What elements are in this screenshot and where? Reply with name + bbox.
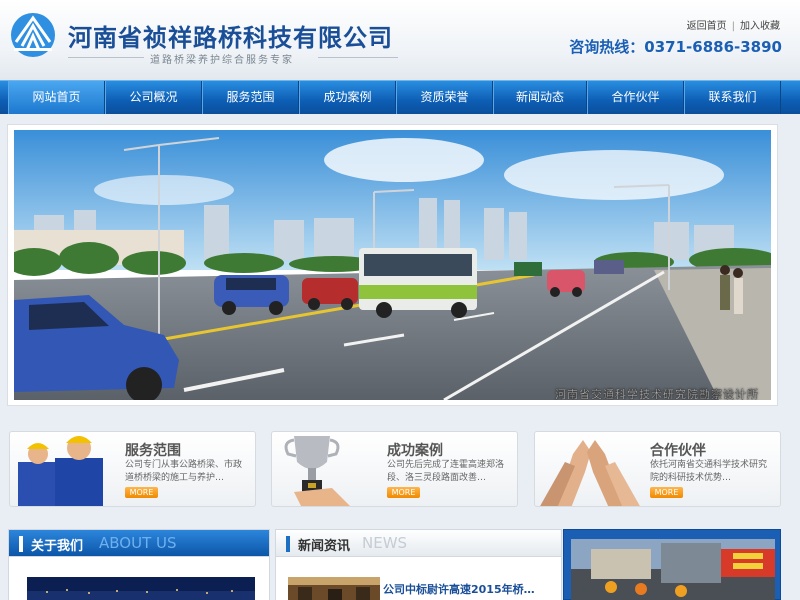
about-title-en: ABOUT US	[99, 534, 177, 552]
link-separator: |	[731, 21, 735, 32]
news-thumbnail[interactable]	[288, 577, 380, 600]
nav-item-partners[interactable]: 合作伙伴	[587, 81, 684, 114]
about-section-header: 关于我们 ABOUT US	[8, 529, 270, 557]
nav-item-cases[interactable]: 成功案例	[299, 81, 396, 114]
nav-item-about[interactable]: 公司概况	[105, 81, 202, 114]
more-button[interactable]: MORE	[387, 487, 420, 498]
tagline-divider-right	[318, 57, 398, 58]
road-scene-illustration: 河南省交通科学技术研究院勘察设计所	[14, 130, 771, 400]
nav-item-news[interactable]: 新闻动态	[493, 81, 587, 114]
nav-item-contact[interactable]: 联系我们	[684, 81, 781, 114]
construction-site-photo[interactable]	[571, 539, 775, 600]
feature-desc: 依托河南省交通科学技术研究院的科研技术优势…	[650, 460, 768, 483]
trophy-illustration	[284, 436, 350, 506]
company-tagline: 道路桥梁养护综合服务专家	[150, 55, 294, 66]
banner-image[interactable]: 河南省交通科学技术研究院勘察设计所	[14, 130, 771, 400]
feature-title: 服务范围	[125, 443, 181, 459]
more-button[interactable]: MORE	[125, 487, 158, 498]
feature-desc: 公司先后完成了连霍高速郑洛段、洛三灵段路面改善…	[387, 460, 505, 483]
feature-box-services[interactable]: 服务范围 公司专门从事公路桥梁、市政道桥桥梁的施工与养护… MORE	[9, 431, 256, 507]
feature-desc: 公司专门从事公路桥梁、市政道桥桥梁的施工与养护…	[125, 460, 243, 483]
feature-title: 合作伙伴	[650, 443, 706, 459]
right-photo-panel	[563, 529, 781, 600]
feature-box-cases[interactable]: 成功案例 公司先后完成了连霍高速郑洛段、洛三灵段路面改善… MORE	[271, 431, 518, 507]
feature-box-partners[interactable]: 合作伙伴 依托河南省交通科学技术研究院的科研技术优势… MORE	[534, 431, 781, 507]
about-panel	[8, 557, 270, 600]
nav-item-services[interactable]: 服务范围	[202, 81, 299, 114]
feature-title: 成功案例	[387, 443, 443, 459]
company-logo-icon	[11, 13, 55, 57]
clasped-hands-illustration	[540, 440, 640, 506]
section-marker	[19, 536, 23, 552]
city-bus	[359, 248, 477, 318]
workers-illustration	[18, 436, 103, 506]
banner-caption: 河南省交通科学技术研究院勘察设计所	[555, 387, 759, 400]
more-button[interactable]: MORE	[650, 487, 683, 498]
home-link[interactable]: 返回首页	[687, 21, 727, 32]
hotline: 咨询热线：0371-6886-3890	[569, 38, 782, 56]
bookmark-link[interactable]: 加入收藏	[740, 21, 780, 32]
main-nav: 网站首页 公司概况 服务范围 成功案例 资质荣誉 新闻动态 合作伙伴 联系我们	[0, 80, 800, 114]
about-city-night-photo[interactable]	[27, 577, 255, 600]
tagline-divider-left	[68, 57, 144, 58]
nav-item-honors[interactable]: 资质荣誉	[396, 81, 493, 114]
top-links: 返回首页 | 加入收藏	[687, 17, 780, 32]
about-title[interactable]: 关于我们	[31, 535, 83, 554]
section-marker	[286, 536, 290, 552]
nav-item-home[interactable]: 网站首页	[8, 81, 105, 114]
news-item-link[interactable]: 公司中标尉许高速2015年桥…	[383, 581, 535, 597]
news-section-header: 新闻资讯 NEWS	[275, 529, 562, 557]
news-title-en: NEWS	[362, 534, 408, 552]
site-header: 河南省祯祥路桥科技有限公司 道路桥梁养护综合服务专家 返回首页 | 加入收藏 咨询热…	[0, 0, 800, 80]
company-name: 河南省祯祥路桥科技有限公司	[68, 24, 393, 52]
news-title[interactable]: 新闻资讯	[298, 535, 350, 554]
